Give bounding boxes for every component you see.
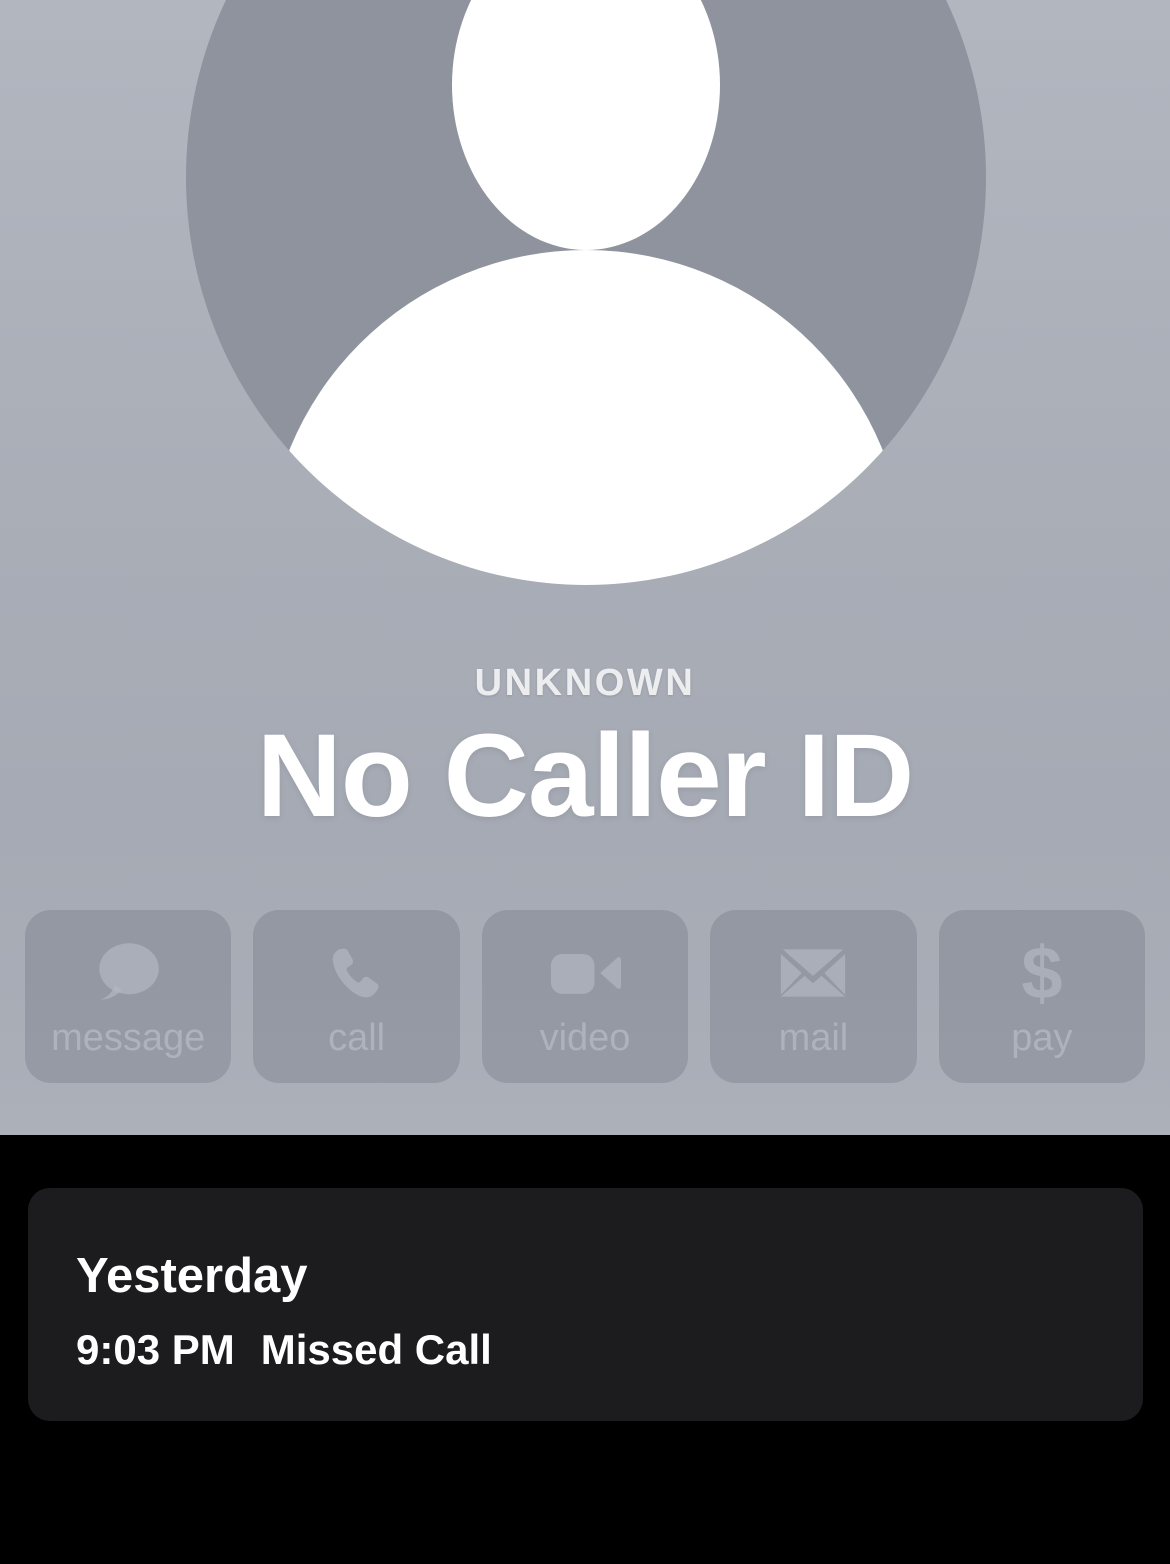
- avatar-shoulders-shape: [266, 250, 906, 585]
- contact-detail-screen: UNKNOWN No Caller ID message call video …: [0, 0, 1170, 1564]
- video-button[interactable]: video: [481, 910, 689, 1083]
- page-title: No Caller ID: [256, 710, 915, 842]
- quick-action-row: message call video mail $ pay: [25, 910, 1146, 1083]
- call-history-time: 9:03 PM: [76, 1326, 235, 1373]
- avatar: [186, 0, 986, 585]
- call-history-day-heading: Yesterday: [76, 1249, 308, 1303]
- message-bubble-icon: [85, 936, 171, 1010]
- contact-poster: UNKNOWN No Caller ID message call video …: [0, 0, 1170, 1135]
- message-button[interactable]: message: [25, 910, 232, 1083]
- contact-name-block: UNKNOWN No Caller ID: [0, 660, 1170, 842]
- call-button-label: call: [328, 1017, 386, 1059]
- mail-button[interactable]: mail: [710, 910, 917, 1083]
- pay-button[interactable]: $ pay: [938, 910, 1146, 1083]
- video-camera-icon: [542, 936, 628, 1010]
- envelope-icon: [770, 936, 856, 1010]
- mail-button-label: mail: [778, 1017, 849, 1059]
- video-button-label: video: [539, 1017, 631, 1059]
- person-placeholder-icon: [186, 0, 986, 585]
- pay-button-label: pay: [1011, 1017, 1073, 1059]
- avatar-head-shape: [452, 0, 720, 250]
- message-button-label: message: [51, 1017, 206, 1059]
- dollar-sign-icon: $: [999, 935, 1085, 1011]
- call-history-type: Missed Call: [260, 1326, 492, 1373]
- svg-text:$: $: [1021, 935, 1062, 1011]
- call-button[interactable]: call: [253, 910, 460, 1083]
- phone-handset-icon: [314, 936, 400, 1010]
- contact-eyebrow-label: UNKNOWN: [474, 662, 696, 704]
- call-history-entry: 9:03 PM Missed Call: [76, 1326, 1143, 1374]
- call-history-card[interactable]: Yesterday 9:03 PM Missed Call: [28, 1188, 1143, 1421]
